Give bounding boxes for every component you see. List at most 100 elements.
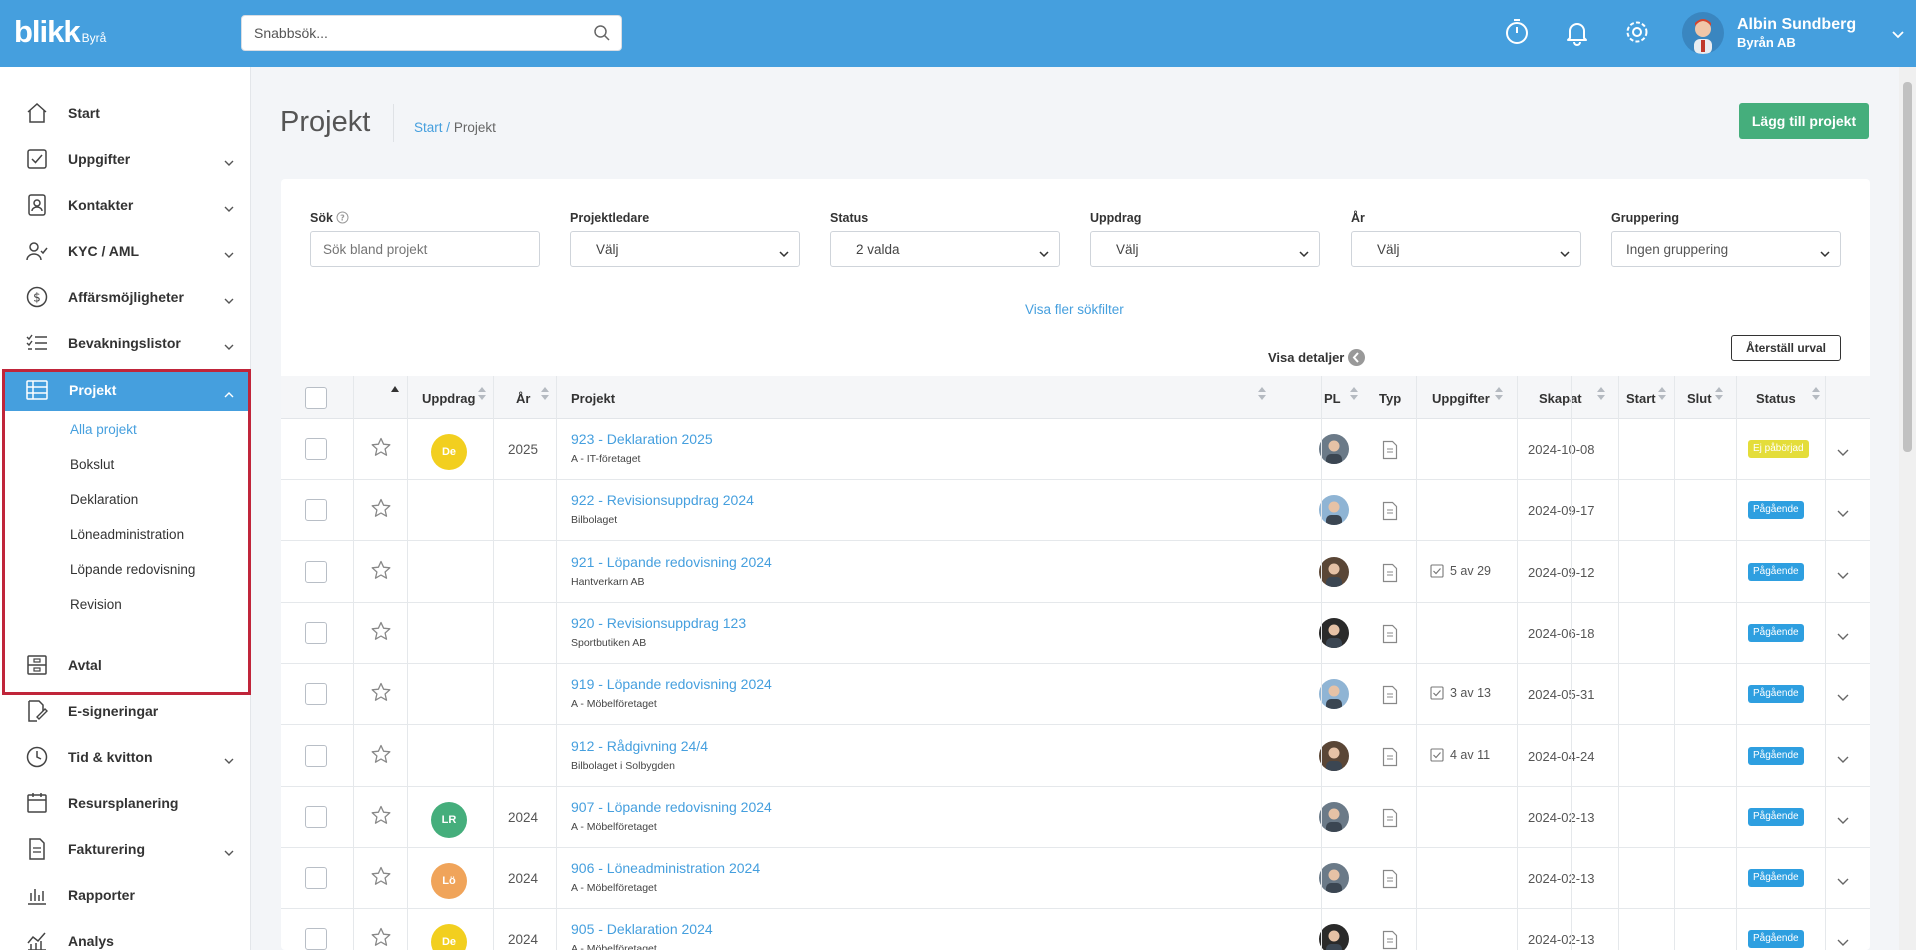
sort-icon[interactable] [1494, 386, 1504, 402]
sort-icon[interactable] [1349, 386, 1359, 402]
quick-search-input[interactable] [242, 16, 572, 50]
sidebar-subitem-loneadministration[interactable]: Löneadministration [70, 527, 184, 542]
col-skapat[interactable]: Skapat [1539, 391, 1582, 406]
table-row[interactable]: Lö 2024 906 - Löneadministration 2024 A - M… [281, 848, 1870, 910]
chevron-down-icon[interactable] [1837, 505, 1849, 523]
col-ar[interactable]: År [516, 391, 530, 406]
star-icon[interactable] [371, 927, 391, 950]
sidebar-subitem-alla-projekt[interactable]: Alla projekt [70, 422, 137, 437]
project-search-input[interactable] [311, 232, 537, 266]
project-link[interactable]: 923 - Deklaration 2025 [571, 431, 713, 447]
chevron-down-icon[interactable] [1837, 689, 1849, 707]
sort-icon[interactable] [1811, 386, 1821, 402]
project-link[interactable]: 905 - Deklaration 2024 [571, 921, 713, 937]
sort-icon[interactable] [1657, 386, 1667, 402]
row-checkbox[interactable] [305, 867, 327, 890]
chevron-down-icon[interactable] [1837, 812, 1849, 830]
col-uppdrag[interactable]: Uppdrag [422, 391, 475, 406]
sort-icon[interactable] [1257, 386, 1267, 402]
sort-icon[interactable] [1714, 386, 1724, 402]
sidebar-item-bevakningslistor[interactable]: Bevakningslistor [0, 320, 250, 366]
user-menu[interactable]: Albin Sundberg Byrån AB [1682, 12, 1912, 56]
star-icon[interactable] [371, 560, 391, 585]
sidebar-item-resursplanering[interactable]: Resursplanering [0, 780, 250, 826]
star-icon[interactable] [371, 621, 391, 646]
ar-select[interactable]: Välj [1351, 231, 1581, 267]
sidebar-subitem-bokslut[interactable]: Bokslut [70, 457, 114, 472]
chevron-left-icon[interactable] [1348, 349, 1365, 366]
row-checkbox[interactable] [305, 499, 327, 522]
sort-up-icon[interactable] [391, 386, 399, 392]
sidebar-item-projekt[interactable]: Projekt [3, 369, 248, 411]
show-details-label[interactable]: Visa detaljer [1268, 350, 1344, 365]
status-select[interactable]: 2 valda [830, 231, 1060, 267]
row-checkbox[interactable] [305, 438, 327, 460]
gear-icon[interactable] [1622, 17, 1652, 47]
star-icon[interactable] [371, 498, 391, 523]
sidebar-item-tid-kvitton[interactable]: Tid & kvitton [0, 734, 250, 780]
sidebar-item-fakturering[interactable]: Fakturering [0, 826, 250, 872]
table-row[interactable]: 921 - Löpande redovisning 2024 Hantverkar… [281, 542, 1870, 603]
project-link[interactable]: 912 - Rådgivning 24/4 [571, 738, 708, 754]
chevron-down-icon[interactable] [1837, 628, 1849, 646]
scrollbar-thumb[interactable] [1903, 82, 1912, 452]
col-pl[interactable]: PL [1324, 391, 1341, 406]
sidebar-item-kontakter[interactable]: Kontakter [0, 182, 250, 228]
sidebar-subitem-lopande-redovisning[interactable]: Löpande redovisning [70, 562, 195, 577]
col-projekt[interactable]: Projekt [571, 391, 615, 406]
star-icon[interactable] [371, 744, 391, 769]
scrollbar[interactable] [1899, 67, 1916, 950]
uppdrag-select[interactable]: Välj [1090, 231, 1320, 267]
project-link[interactable]: 919 - Löpande redovisning 2024 [571, 676, 772, 692]
more-filters-link[interactable]: Visa fler sökfilter [1025, 302, 1124, 317]
col-status[interactable]: Status [1756, 391, 1796, 406]
sort-icon[interactable] [540, 386, 550, 402]
row-checkbox[interactable] [305, 560, 327, 583]
sidebar-subitem-revision[interactable]: Revision [70, 597, 122, 612]
stopwatch-icon[interactable] [1502, 17, 1532, 47]
breadcrumb-start-link[interactable]: Start [414, 120, 443, 135]
chevron-down-icon[interactable] [1837, 873, 1849, 891]
sidebar-item-start[interactable]: Start [0, 90, 250, 136]
sort-icon[interactable] [1596, 386, 1606, 402]
table-row[interactable]: 912 - Rådgivning 24/4 Bilbolaget i Solbyg… [281, 726, 1870, 787]
chevron-down-icon[interactable] [1837, 751, 1849, 769]
reset-selection-button[interactable]: Återställ urval [1731, 335, 1841, 361]
col-start[interactable]: Start [1626, 391, 1656, 406]
sidebar-item-rapporter[interactable]: Rapporter [0, 872, 250, 918]
sort-icon[interactable] [477, 386, 487, 402]
add-project-button[interactable]: Lägg till projekt [1739, 103, 1869, 139]
star-icon[interactable] [371, 437, 391, 462]
sidebar-subitem-deklaration[interactable]: Deklaration [70, 492, 138, 507]
row-checkbox[interactable] [305, 805, 327, 828]
table-row[interactable]: 920 - Revisionsuppdrag 123 Sportbutiken A… [281, 603, 1870, 664]
star-icon[interactable] [371, 866, 391, 891]
row-checkbox[interactable] [305, 928, 327, 950]
chevron-down-icon[interactable] [1837, 934, 1849, 950]
logo[interactable]: blikk Byrå [14, 14, 106, 50]
chevron-down-icon[interactable] [1892, 26, 1904, 44]
project-link[interactable]: 922 - Revisionsuppdrag 2024 [571, 492, 754, 508]
sidebar-item-e-signeringar[interactable]: E-signeringar [0, 688, 250, 734]
table-row[interactable]: 919 - Löpande redovisning 2024 A - Möbelf… [281, 664, 1870, 726]
table-row[interactable]: De 2024 905 - Deklaration 2024 A - Möbelför… [281, 909, 1870, 950]
star-icon[interactable] [371, 682, 391, 707]
chevron-down-icon[interactable] [1837, 567, 1849, 585]
project-link[interactable]: 921 - Löpande redovisning 2024 [571, 554, 772, 570]
search-icon[interactable] [593, 24, 611, 47]
table-row[interactable]: De 2025 923 - Deklaration 2025 A - IT-föret… [281, 419, 1870, 480]
row-checkbox[interactable] [305, 621, 327, 644]
sidebar-item-avtal[interactable]: Avtal [0, 642, 250, 688]
select-all-checkbox[interactable] [305, 387, 327, 409]
sidebar-item-affarsmojligheter[interactable]: $ Affärsmöjligheter [0, 274, 250, 320]
project-link[interactable]: 907 - Löpande redovisning 2024 [571, 799, 772, 815]
table-row[interactable]: LR 2024 907 - Löpande redovisning 2024 A - … [281, 787, 1870, 848]
sidebar-item-kyc-aml[interactable]: KYC / AML [0, 228, 250, 274]
project-link[interactable]: 920 - Revisionsuppdrag 123 [571, 615, 746, 631]
projektledare-select[interactable]: Välj [570, 231, 800, 267]
row-checkbox[interactable] [305, 744, 327, 767]
star-icon[interactable] [371, 805, 391, 830]
col-typ[interactable]: Typ [1379, 391, 1401, 406]
project-link[interactable]: 906 - Löneadministration 2024 [571, 860, 760, 876]
bell-icon[interactable] [1562, 17, 1592, 47]
